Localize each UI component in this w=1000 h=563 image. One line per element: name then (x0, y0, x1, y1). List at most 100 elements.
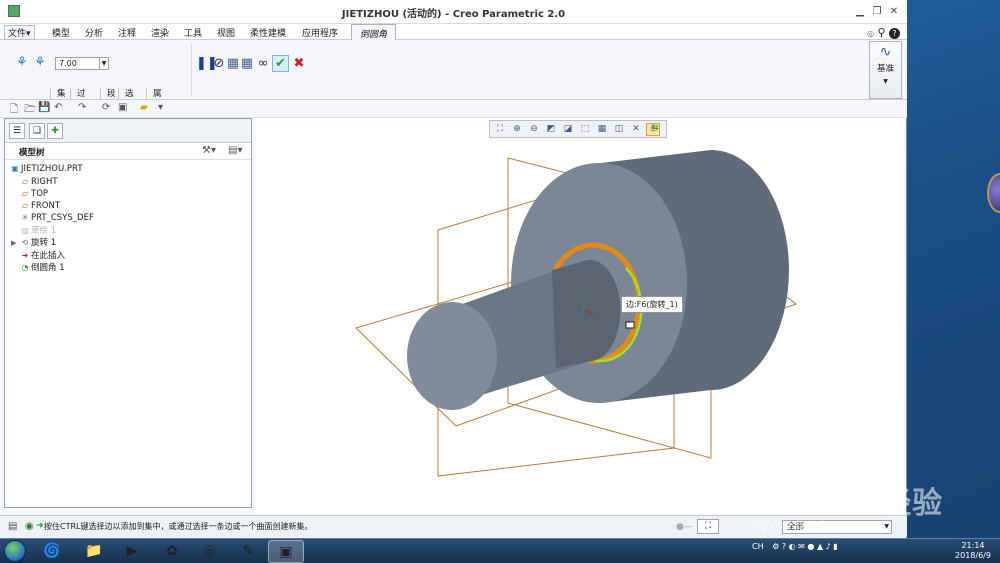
subtab-transitions[interactable]: 过渡 (70, 88, 92, 111)
ribbon-divider (191, 44, 192, 96)
csys-icon: ✳ (21, 213, 29, 222)
menu-annotate[interactable]: 注释 (118, 26, 136, 39)
tree-show-icon[interactable]: ▤▾ (228, 145, 242, 156)
menu-analysis[interactable]: 分析 (85, 26, 103, 39)
subtab-properties[interactable]: 属性 (146, 88, 168, 111)
expand-arrow-icon[interactable]: ▶ (11, 239, 16, 247)
status-message: 按住CTRL键选择边以添加到集中，或通过选择一条边或一个曲面创建新集。 (44, 522, 313, 531)
taskbar-paint-icon[interactable]: ✎ (230, 540, 266, 563)
ribbon-collapse-icon[interactable]: ◎ (867, 29, 874, 38)
confirm-icon[interactable]: ✔ (272, 55, 289, 72)
menu-view[interactable]: 视图 (217, 26, 235, 39)
model-tree-panel: ☰ ❏ ✚ 模型树 ⚒▾ ▤▾ ▣ JIETIZHOU.PRT ▱ RIGHT ▱ T… (4, 118, 252, 508)
tray-icons[interactable]: ⚙ ? ◐ ✉ ● ▲ ♪ ▮ (772, 542, 838, 551)
datum-curve-icon: ∿ (879, 44, 892, 60)
tree-item-round[interactable]: ◔ 倒圆角 1 (19, 262, 65, 274)
subtab-options[interactable]: 选项 (118, 88, 140, 111)
regen-status-icon: ●— (676, 522, 693, 532)
mouse-cursor (625, 321, 635, 329)
tree-item-csys[interactable]: ✳ PRT_CSYS_DEF (19, 212, 94, 224)
round-dashboard: ⚘ ⚘ 7.00 ▼ ❚❚ ⊘ ▦ ▦ ∞ ✔ ✖ 集 过渡 段 选项 属性 (0, 40, 907, 111)
browser-icon[interactable]: ◉ (25, 521, 34, 532)
minimize-icon[interactable]: ▁ (853, 6, 867, 17)
taskbar-media-icon[interactable]: ▶ (114, 540, 150, 563)
sketch-icon: ▨ (21, 226, 29, 235)
taskbar-green-app-icon[interactable]: ◎ (192, 540, 228, 563)
graphics-window[interactable]: ⛶ ⊕ ⊖ ◩ ◪ ⬚ ▦ ◫ ✕ ⌗ ⇆ 边:F6(旋转_1) (256, 118, 904, 514)
radius-input[interactable]: 7.00 ▼ (55, 57, 109, 70)
chevron-down-icon[interactable]: ▼ (884, 521, 889, 533)
watermark-url: jingyan.baidu.com (744, 518, 864, 533)
restore-icon[interactable]: ❐ (870, 6, 884, 17)
save-icon[interactable]: 💾 (38, 102, 50, 113)
clock-time: 21:14 (961, 541, 985, 550)
datum-plane-icon: ▱ (21, 177, 29, 186)
model-graphics[interactable] (256, 118, 904, 514)
new-file-icon[interactable]: 🗋 (10, 102, 18, 119)
revolve-icon: ⟲ (21, 238, 29, 247)
tree-item-sketch[interactable]: ▨ 草绘 1 (19, 225, 56, 237)
undo-icon[interactable]: ↶ (54, 102, 62, 113)
tree-item-front[interactable]: ▱ FRONT (19, 200, 60, 212)
chevron-down-icon: ▼ (883, 78, 888, 85)
taskbar-app-icon[interactable]: ✿ (154, 540, 190, 563)
part-icon: ▣ (11, 164, 19, 173)
tree-item-part[interactable]: ▣ JIETIZHOU.PRT (9, 163, 82, 175)
tree-item-right[interactable]: ▱ RIGHT (19, 176, 58, 188)
ribbon-help-icons: ◎ ⚲ ? (867, 26, 900, 39)
regenerate-icon[interactable]: ⟳ (102, 102, 110, 113)
start-button-icon[interactable] (4, 540, 26, 562)
edge-tooltip: 边:F6(旋转_1) (621, 296, 683, 313)
tree-settings-icon[interactable]: ⚒▾ (202, 145, 216, 156)
smart-selection-icon[interactable]: ⛶ (697, 519, 719, 534)
datum-plane-icon: ▱ (21, 201, 29, 210)
datum-group-button[interactable]: ∿ 基准 ▼ (869, 41, 902, 99)
menu-tools[interactable]: 工具 (184, 26, 202, 39)
small-cylinder-end-face (407, 302, 497, 410)
tree-item-revolve[interactable]: ⟲ 旋转 1 (19, 237, 56, 249)
show-navigator-icon[interactable]: ▤ (8, 521, 17, 532)
menu-file[interactable]: 文件▾ (4, 25, 35, 40)
search-icon[interactable]: ⚲ (877, 26, 885, 39)
title-bar: JIETIZHOU (活动的) - Creo Parametric 2.0 ▁ … (0, 0, 907, 24)
taskbar: 🌀 📁 ▶ ✿ ◎ ✎ ▣ CH ⚙ ? ◐ ✉ ● ▲ ♪ ▮ 21:14 2… (0, 538, 1000, 563)
round-icon: ◔ (21, 263, 29, 272)
glasses-preview-icon[interactable]: ∞ (255, 56, 271, 72)
creo-window: JIETIZHOU (活动的) - Creo Parametric 2.0 ▁ … (0, 0, 907, 538)
navigator-tabs: ☰ ❏ ✚ (5, 119, 251, 143)
chevron-down-icon[interactable]: ▼ (99, 58, 108, 69)
close-icon[interactable]: ✕ (887, 6, 901, 17)
customize-toolbar-icon[interactable]: ▾ (158, 102, 163, 113)
taskbar-creo-icon[interactable]: ▣ (268, 540, 304, 563)
open-file-icon[interactable]: 🗁 (24, 102, 36, 119)
model-tree-tab-icon[interactable]: ☰ (9, 123, 25, 139)
windows-icon[interactable]: ▣ (118, 102, 127, 113)
full-round-icon[interactable]: ⚘ (32, 55, 48, 71)
preview-verify-icon[interactable]: ▦ (239, 56, 255, 72)
folder-browser-tab-icon[interactable]: ❏ (29, 123, 45, 139)
folder-icon[interactable]: ▰ (140, 102, 148, 113)
system-tray: CH ⚙ ? ◐ ✉ ● ▲ ♪ ▮ (752, 542, 838, 551)
taskbar-browser-icon[interactable]: 🌀 (34, 540, 70, 563)
redo-icon[interactable]: ↷ (78, 102, 86, 113)
message-arrow-icon: ➜ (36, 521, 44, 531)
help-icon[interactable]: ? (889, 28, 900, 39)
quick-access-toolbar: 🗋 🗁 💾 ↶ ↷ ⟳ ▣ ▰ ▾ (0, 100, 907, 118)
menu-flexible-modeling[interactable]: 柔性建模 (250, 26, 286, 39)
tab-round[interactable]: 倒圆角 (351, 24, 397, 40)
pause-icon[interactable]: ❚❚ (196, 56, 218, 72)
language-indicator[interactable]: CH (752, 542, 764, 551)
clock[interactable]: 21:14 2018/6/9 (950, 541, 996, 561)
subtab-sets[interactable]: 集 (50, 88, 72, 100)
favorites-tab-icon[interactable]: ✚ (47, 123, 63, 139)
menu-model[interactable]: 模型 (52, 26, 70, 39)
datum-plane-icon: ▱ (21, 189, 29, 198)
tree-item-insert-here[interactable]: ➜ 在此插入 (19, 250, 65, 262)
constant-round-icon[interactable]: ⚘ (14, 55, 30, 71)
clock-date: 2018/6/9 (955, 551, 991, 560)
cancel-icon[interactable]: ✖ (291, 56, 307, 72)
taskbar-explorer-icon[interactable]: 📁 (76, 540, 112, 563)
menu-render[interactable]: 渲染 (151, 26, 169, 39)
tree-item-top[interactable]: ▱ TOP (19, 188, 48, 200)
menu-applications[interactable]: 应用程序 (302, 26, 338, 39)
